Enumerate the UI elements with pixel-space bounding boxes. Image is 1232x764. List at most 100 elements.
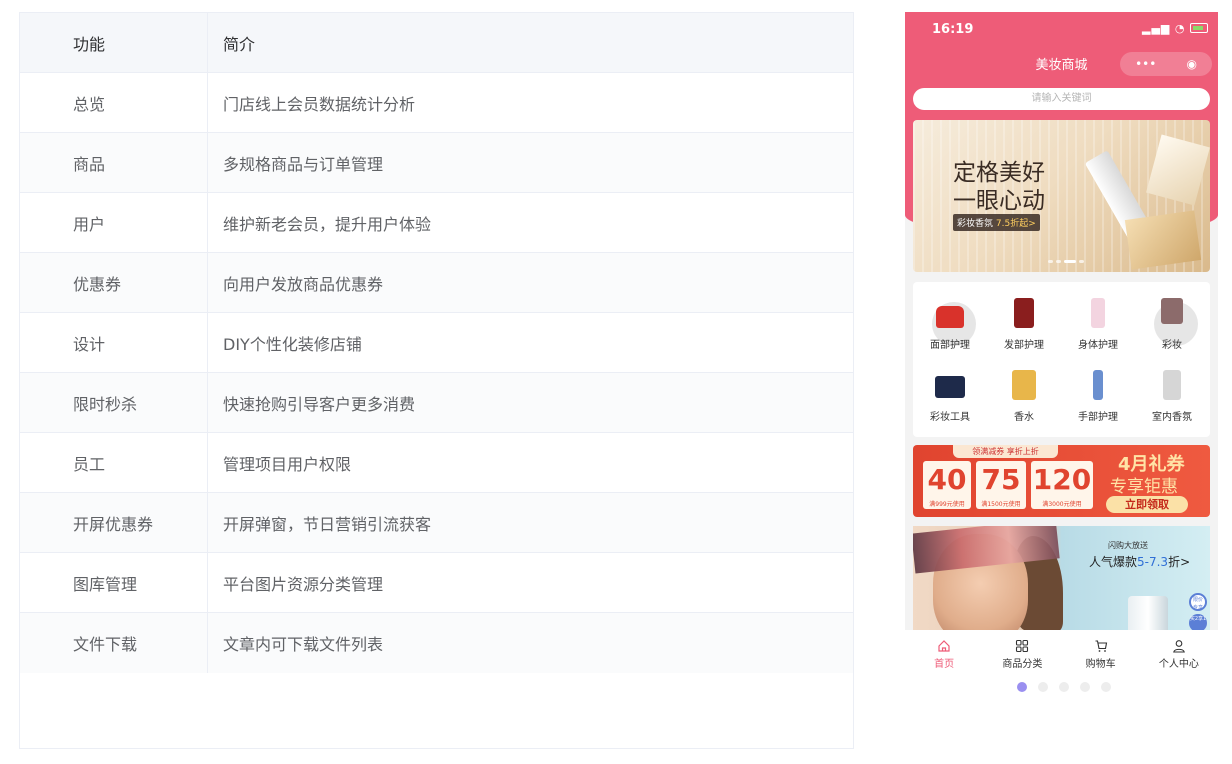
coupon-top-label: 领满减券 享折上折 bbox=[953, 445, 1058, 458]
row-intro: 快速抢购引导客户更多消费 bbox=[223, 394, 416, 414]
more-icon[interactable]: ••• bbox=[1135, 57, 1156, 71]
header-intro: 简介 bbox=[223, 34, 256, 54]
coupon-ticket: 120 满3000元使用 bbox=[1031, 461, 1093, 509]
flash-sale-banner[interactable]: 闪购大放送 人气爆款5-7.3折> 限价专享 买2享1 bbox=[913, 526, 1210, 630]
category-item-face-care[interactable]: 面部护理 bbox=[913, 282, 987, 352]
close-target-icon[interactable]: ◉ bbox=[1186, 57, 1196, 71]
row-intro: 文章内可下载文件列表 bbox=[223, 635, 384, 654]
product-thumb bbox=[1093, 370, 1103, 400]
promo-discount: 5-7.3 bbox=[1137, 555, 1169, 569]
battery-icon bbox=[1190, 23, 1208, 33]
tab-cart[interactable]: 购物车 bbox=[1062, 630, 1140, 671]
hero-banner[interactable]: 定格美好 一眼心动 彩妆香氛 7.5折起> bbox=[913, 120, 1210, 272]
tab-home[interactable]: 首页 bbox=[905, 630, 983, 671]
mini-program-capsule[interactable]: ••• ◉ bbox=[1120, 52, 1212, 76]
row-feature: 图库管理 bbox=[20, 553, 208, 612]
perfume-icon bbox=[1004, 368, 1044, 402]
face-cream-icon bbox=[930, 296, 976, 346]
category-item-hair-care[interactable]: 发部护理 bbox=[987, 282, 1061, 352]
phone-preview: 16:19 ▂▄▆ ◔ 美妆商城 ••• ◉ 请输入关键词 定格美好 一眼心动 … bbox=[905, 12, 1218, 630]
category-item-makeup[interactable]: 彩妆 bbox=[1135, 282, 1209, 352]
row-intro: 多规格商品与订单管理 bbox=[223, 154, 384, 174]
row-intro: DIY个性化装修店铺 bbox=[223, 334, 362, 354]
row-feature: 总览 bbox=[20, 73, 208, 132]
user-icon bbox=[1173, 640, 1185, 653]
table-row: 设计 DIY个性化装修店铺 bbox=[20, 313, 853, 373]
banner-dot bbox=[1056, 260, 1061, 263]
category-label: 彩妆 bbox=[1162, 340, 1182, 351]
row-feature: 商品 bbox=[20, 133, 208, 192]
table-header-row: 功能 简介 bbox=[20, 13, 853, 73]
coupon-subheading: 专享钜惠 bbox=[1110, 477, 1178, 497]
body-lotion-icon bbox=[1078, 296, 1118, 330]
bottom-tab-bar: 首页 商品分类 购物车 个人中心 bbox=[905, 630, 1218, 671]
category-item-body-care[interactable]: 身体护理 bbox=[1061, 282, 1135, 352]
pager-dot[interactable] bbox=[1080, 682, 1090, 692]
product-thumb bbox=[1012, 370, 1036, 400]
pager-dot[interactable] bbox=[1059, 682, 1069, 692]
claim-coupon-button[interactable]: 立即领取 bbox=[1106, 496, 1188, 513]
tab-profile[interactable]: 个人中心 bbox=[1140, 630, 1218, 671]
search-input[interactable]: 请输入关键词 bbox=[913, 88, 1210, 110]
status-icons: ▂▄▆ ◔ bbox=[1142, 22, 1208, 35]
ticket-condition: 满1500元使用 bbox=[981, 501, 1021, 508]
candle-icon bbox=[1152, 368, 1192, 402]
table-row: 限时秒杀 快速抢购引导客户更多消费 bbox=[20, 373, 853, 433]
row-intro: 向用户发放商品优惠券 bbox=[223, 274, 384, 294]
product-thumb bbox=[1163, 370, 1181, 400]
product-thumb bbox=[935, 376, 965, 398]
gift-box-image bbox=[1124, 210, 1202, 270]
tab-label: 商品分类 bbox=[1002, 659, 1043, 670]
tab-label: 个人中心 bbox=[1158, 659, 1199, 670]
pager-dot[interactable] bbox=[1038, 682, 1048, 692]
banner-subtitle-discount: 7.5折起> bbox=[995, 219, 1036, 229]
product-thumb bbox=[1091, 298, 1105, 328]
banner-dot bbox=[1079, 260, 1084, 263]
limited-price-badge: 限价专享 bbox=[1189, 593, 1207, 611]
home-icon bbox=[938, 640, 950, 652]
category-item-home-fragrance[interactable]: 室内香氛 bbox=[1135, 354, 1209, 424]
promo-small-text: 闪购大放送 bbox=[1108, 541, 1148, 550]
row-intro: 维护新老会员，提升用户体验 bbox=[223, 214, 432, 234]
category-grid: 面部护理 发部护理 身体护理 彩妆 彩妆工具 香水 手部护理 室内香氛 bbox=[913, 282, 1210, 437]
product-thumb bbox=[936, 306, 964, 328]
category-item-hand-care[interactable]: 手部护理 bbox=[1061, 354, 1135, 424]
row-feature: 用户 bbox=[20, 193, 208, 252]
table-row: 商品 多规格商品与订单管理 bbox=[20, 133, 853, 193]
table-row: 用户 维护新老会员，提升用户体验 bbox=[20, 193, 853, 253]
powder-puff-icon bbox=[930, 368, 970, 402]
row-feature: 优惠券 bbox=[20, 253, 208, 312]
tab-categories[interactable]: 商品分类 bbox=[983, 630, 1061, 671]
row-feature: 文件下载 bbox=[20, 613, 208, 673]
row-feature: 限时秒杀 bbox=[20, 373, 208, 432]
ticket-condition: 满999元使用 bbox=[929, 501, 965, 508]
row-feature: 设计 bbox=[20, 313, 208, 372]
banner-indicator bbox=[1048, 260, 1084, 263]
promo-suffix: 折> bbox=[1168, 555, 1191, 569]
pager-dot[interactable] bbox=[1101, 682, 1111, 692]
banner-dot bbox=[1048, 260, 1053, 263]
coupon-ticket: 75 满1500元使用 bbox=[976, 461, 1026, 509]
table-row: 总览 门店线上会员数据统计分析 bbox=[20, 73, 853, 133]
header-feature: 功能 bbox=[20, 13, 208, 72]
row-feature: 员工 bbox=[20, 433, 208, 492]
buy-two-badge: 买2享1 bbox=[1189, 614, 1207, 630]
category-label: 室内香氛 bbox=[1152, 412, 1192, 423]
tab-label: 首页 bbox=[934, 659, 955, 670]
table-row: 图库管理 平台图片资源分类管理 bbox=[20, 553, 853, 613]
coupon-banner[interactable]: 领满减券 享折上折 40 满999元使用 75 满1500元使用 120 满30… bbox=[913, 445, 1210, 517]
ticket-amount: 120 bbox=[1032, 463, 1092, 496]
promo-prefix: 人气爆款 bbox=[1089, 555, 1138, 569]
table-row: 优惠券 向用户发放商品优惠券 bbox=[20, 253, 853, 313]
cart-icon bbox=[1095, 640, 1107, 652]
category-item-makeup-tools[interactable]: 彩妆工具 bbox=[913, 354, 987, 424]
category-label: 彩妆工具 bbox=[930, 412, 970, 423]
row-intro: 平台图片资源分类管理 bbox=[223, 574, 384, 594]
category-item-perfume[interactable]: 香水 bbox=[987, 354, 1061, 424]
product-thumb bbox=[1014, 298, 1034, 328]
status-time: 16:19 bbox=[932, 22, 974, 37]
category-label: 面部护理 bbox=[930, 340, 970, 351]
pager-dot-active[interactable] bbox=[1017, 682, 1027, 692]
ticket-condition: 满3000元使用 bbox=[1042, 501, 1082, 508]
banner-headline-2: 一眼心动 bbox=[953, 188, 1045, 214]
